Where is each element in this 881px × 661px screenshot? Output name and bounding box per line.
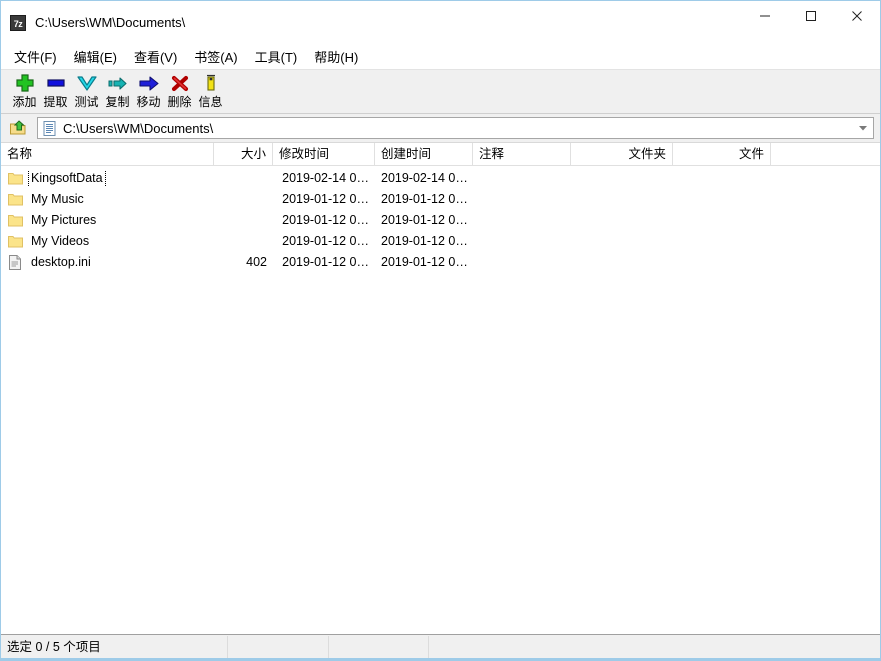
toolbar-extract-button[interactable]: 提取 bbox=[40, 70, 71, 113]
menu-bar: 文件(F) 编辑(E) 查看(V) 书签(A) 工具(T) 帮助(H) bbox=[1, 44, 880, 69]
ini-file-icon bbox=[7, 255, 23, 271]
row-modified-cell: 2019-01-12 0… bbox=[282, 192, 369, 206]
file-list-header: 名称 大小 修改时间 创建时间 注释 文件夹 文件 bbox=[1, 143, 880, 166]
test-chevron-down-icon bbox=[74, 72, 100, 94]
row-modified-cell: 2019-02-14 0… bbox=[282, 171, 369, 185]
toolbar-test-label: 测试 bbox=[74, 95, 99, 109]
toolbar-extract-label: 提取 bbox=[43, 95, 68, 109]
table-row[interactable]: My Pictures 2019-01-12 0… 2019-01-12 0… bbox=[1, 210, 880, 231]
column-header-created[interactable]: 创建时间 bbox=[375, 143, 473, 165]
status-cell-4 bbox=[429, 636, 880, 658]
window-title: C:\Users\WM\Documents\ bbox=[35, 15, 186, 30]
row-name-cell[interactable]: KingsoftData bbox=[1, 170, 214, 187]
status-selection-text: 选定 0 / 5 个项目 bbox=[1, 635, 228, 658]
menu-help[interactable]: 帮助(H) bbox=[314, 44, 367, 69]
add-plus-icon bbox=[12, 72, 38, 94]
row-modified-cell: 2019-01-12 0… bbox=[282, 234, 369, 248]
folder-icon bbox=[7, 192, 23, 208]
row-name-cell[interactable]: My Videos bbox=[1, 233, 214, 250]
close-button[interactable] bbox=[834, 1, 880, 31]
row-created-cell: 2019-01-12 0… bbox=[381, 192, 468, 206]
row-created-cell: 2019-01-12 0… bbox=[381, 255, 468, 269]
row-name-cell[interactable]: My Music bbox=[1, 191, 214, 208]
column-header-size[interactable]: 大小 bbox=[214, 143, 273, 165]
row-size-cell: 402 bbox=[246, 255, 267, 269]
menu-file[interactable]: 文件(F) bbox=[14, 44, 66, 69]
table-row[interactable]: My Music 2019-01-12 0… 2019-01-12 0… bbox=[1, 189, 880, 210]
seven-zip-window: 7z C:\Users\WM\Documents\ 文件(F) 编辑(E) 查看… bbox=[0, 0, 881, 661]
menu-edit[interactable]: 编辑(E) bbox=[74, 44, 126, 69]
folder-icon bbox=[7, 213, 23, 229]
toolbar-copy-label: 复制 bbox=[105, 95, 130, 109]
toolbar-delete-button[interactable]: 删除 bbox=[164, 70, 195, 113]
bottom-accent-bar bbox=[1, 658, 880, 660]
row-created-cell: 2019-01-12 0… bbox=[381, 213, 468, 227]
menu-tools[interactable]: 工具(T) bbox=[255, 44, 307, 69]
row-modified-cell: 2019-01-12 0… bbox=[282, 213, 369, 227]
info-icon bbox=[198, 72, 224, 94]
row-name-label: desktop.ini bbox=[31, 255, 91, 269]
column-header-folders[interactable]: 文件夹 bbox=[571, 143, 673, 165]
column-header-comment[interactable]: 注释 bbox=[473, 143, 571, 165]
title-bar: 7z C:\Users\WM\Documents\ bbox=[1, 1, 880, 44]
column-header-name[interactable]: 名称 bbox=[1, 143, 214, 165]
row-name-label: KingsoftData bbox=[28, 170, 106, 187]
toolbar-move-button[interactable]: 移动 bbox=[133, 70, 164, 113]
row-name-label: My Music bbox=[31, 192, 84, 206]
address-path-text: C:\Users\WM\Documents\ bbox=[63, 120, 214, 136]
row-created-cell: 2019-01-12 0… bbox=[381, 234, 468, 248]
address-bar: C:\Users\WM\Documents\ bbox=[1, 114, 880, 142]
row-name-cell[interactable]: My Pictures bbox=[1, 212, 214, 229]
folder-icon bbox=[7, 171, 23, 187]
chevron-down-icon[interactable] bbox=[853, 118, 873, 138]
row-name-cell[interactable]: desktop.ini bbox=[1, 254, 214, 271]
table-row[interactable]: desktop.ini 402 2019-01-12 0… 2019-01-12… bbox=[1, 252, 880, 273]
document-icon bbox=[42, 120, 58, 136]
delete-cross-icon bbox=[167, 72, 193, 94]
toolbar-info-label: 信息 bbox=[198, 95, 223, 109]
file-list-rows: KingsoftData 2019-02-14 0… 2019-02-14 0…… bbox=[1, 166, 880, 634]
file-list-area: 名称 大小 修改时间 创建时间 注释 文件夹 文件 KingsoftData 2… bbox=[1, 142, 880, 634]
toolbar-delete-label: 删除 bbox=[167, 95, 192, 109]
maximize-button[interactable] bbox=[788, 1, 834, 31]
row-name-label: My Pictures bbox=[31, 213, 97, 227]
table-row[interactable]: My Videos 2019-01-12 0… 2019-01-12 0… bbox=[1, 231, 880, 252]
row-modified-cell: 2019-01-12 0… bbox=[282, 255, 369, 269]
menu-view[interactable]: 查看(V) bbox=[134, 44, 186, 69]
status-bar: 选定 0 / 5 个项目 bbox=[1, 634, 880, 658]
row-name-label: My Videos bbox=[31, 234, 90, 248]
status-cell-3 bbox=[329, 635, 429, 658]
toolbar-info-button[interactable]: 信息 bbox=[195, 70, 226, 113]
column-header-modified[interactable]: 修改时间 bbox=[273, 143, 375, 165]
up-one-level-folder-icon[interactable] bbox=[5, 116, 31, 140]
toolbar-move-label: 移动 bbox=[136, 95, 161, 109]
toolbar-add-button[interactable]: 添加 bbox=[9, 70, 40, 113]
status-cell-2 bbox=[228, 635, 329, 658]
window-controls bbox=[742, 1, 880, 44]
copy-arrow-right-icon bbox=[105, 72, 131, 94]
move-arrow-right-icon bbox=[136, 72, 162, 94]
column-header-files[interactable]: 文件 bbox=[673, 143, 771, 165]
app-icon-7zip: 7z bbox=[10, 14, 26, 31]
minimize-button[interactable] bbox=[742, 1, 788, 31]
row-created-cell: 2019-02-14 0… bbox=[381, 171, 468, 185]
menu-bookmarks[interactable]: 书签(A) bbox=[194, 44, 246, 69]
extract-minus-icon bbox=[43, 72, 69, 94]
toolbar: 添加 提取 测试 复制 移动 删除 信息 bbox=[1, 69, 880, 114]
toolbar-test-button[interactable]: 测试 bbox=[71, 70, 102, 113]
toolbar-copy-button[interactable]: 复制 bbox=[102, 70, 133, 113]
folder-icon bbox=[7, 234, 23, 250]
toolbar-add-label: 添加 bbox=[12, 95, 37, 109]
table-row[interactable]: KingsoftData 2019-02-14 0… 2019-02-14 0… bbox=[1, 168, 880, 189]
address-combo-box[interactable]: C:\Users\WM\Documents\ bbox=[37, 117, 874, 139]
